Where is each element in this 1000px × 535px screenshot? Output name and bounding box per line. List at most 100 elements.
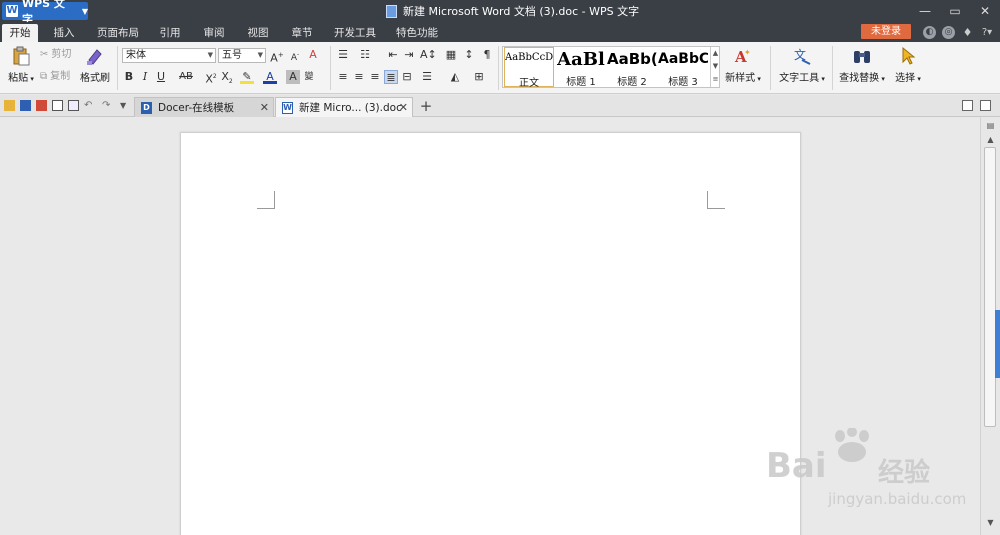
separator bbox=[832, 46, 833, 90]
close-tab-icon[interactable]: ✕ bbox=[399, 101, 408, 114]
separator bbox=[117, 46, 118, 90]
caret-down-icon: ▼ bbox=[81, 6, 88, 16]
font-size-value: 五号 bbox=[222, 50, 242, 61]
distribute-icon[interactable]: ⊟ bbox=[400, 70, 414, 84]
line-spacing-icon[interactable]: ☰ bbox=[420, 70, 434, 84]
grow-font-icon[interactable]: A+ bbox=[270, 48, 284, 65]
font-name-select[interactable]: 宋体 ▼ bbox=[122, 48, 216, 63]
scroll-down-icon[interactable]: ▼ bbox=[984, 517, 997, 529]
undo-icon[interactable]: ↶ bbox=[84, 100, 95, 111]
tab-review[interactable]: 审阅 bbox=[196, 24, 232, 42]
panel-options-icon[interactable] bbox=[980, 100, 991, 111]
close-tab-icon[interactable]: ✕ bbox=[260, 101, 269, 114]
paste-label: 粘贴 bbox=[8, 73, 29, 84]
paste-button[interactable]: 粘贴 ▾ bbox=[4, 46, 38, 84]
new-tab-button[interactable]: + bbox=[418, 97, 434, 115]
subscript-icon[interactable]: X2 bbox=[220, 70, 234, 85]
ruler-toggle-icon[interactable]: ▤ bbox=[984, 120, 997, 132]
underline-icon[interactable]: U bbox=[154, 70, 168, 84]
window-title: 新建 Microsoft Word 文档 (3).doc - WPS 文字 bbox=[386, 3, 639, 19]
phonetic-guide-icon[interactable]: 變 bbox=[302, 70, 316, 84]
font-color-icon[interactable]: A bbox=[263, 70, 277, 84]
show-marks-icon[interactable]: ¶ bbox=[480, 48, 494, 62]
char-shading-icon[interactable]: A bbox=[286, 70, 300, 84]
find-replace-label: 查找替换 bbox=[839, 73, 880, 84]
font-size-select[interactable]: 五号 ▼ bbox=[218, 48, 266, 63]
help-icon[interactable]: ?▾ bbox=[978, 26, 996, 39]
scroll-up-icon[interactable]: ▲ bbox=[984, 134, 997, 146]
bullets-icon[interactable]: ☰ bbox=[336, 48, 350, 62]
bold-icon[interactable]: B bbox=[122, 70, 136, 84]
maximize-button[interactable]: ▭ bbox=[940, 0, 970, 22]
style-normal[interactable]: AaBbCcDd 正文 bbox=[504, 47, 554, 89]
superscript-icon[interactable]: X2 bbox=[204, 70, 218, 86]
increase-indent-icon[interactable]: ⇥ bbox=[402, 48, 416, 62]
scissors-icon: ✂ bbox=[40, 49, 49, 60]
text-tools-label: 文字工具 bbox=[779, 73, 820, 84]
open-icon[interactable] bbox=[4, 100, 15, 111]
sort-icon[interactable]: ↕ bbox=[462, 48, 476, 62]
justify-icon[interactable]: ≣ bbox=[384, 70, 398, 84]
style-heading-2[interactable]: AaBb( 标题 2 bbox=[607, 47, 657, 88]
shrink-font-icon[interactable]: A- bbox=[288, 48, 302, 63]
shading-icon[interactable]: ◭ bbox=[448, 70, 462, 84]
tab-current-document[interactable]: W 新建 Micro... (3).doc ✕ bbox=[275, 97, 413, 117]
styles-gallery: AaBbCcDd 正文 AaBl 标题 1 AaBb( 标题 2 AaBbC 标… bbox=[502, 46, 720, 89]
print-icon[interactable] bbox=[52, 100, 63, 111]
chevron-down-icon: ▼ bbox=[257, 51, 263, 59]
login-button[interactable]: 未登录 bbox=[861, 24, 911, 39]
app-menu-button[interactable]: W WPS 文字 ▼ bbox=[2, 0, 88, 26]
style-heading-3[interactable]: AaBbC 标题 3 bbox=[658, 47, 708, 88]
format-painter-button[interactable]: 格式刷 bbox=[78, 46, 112, 84]
document-page[interactable] bbox=[180, 132, 801, 535]
table-icon[interactable]: ▦ bbox=[444, 48, 458, 62]
clear-format-icon[interactable]: A bbox=[306, 48, 320, 62]
save-icon[interactable] bbox=[20, 100, 31, 111]
new-style-button[interactable]: A ✦ 新样式 ▾ bbox=[722, 46, 764, 84]
scrollbar-thumb[interactable] bbox=[984, 147, 996, 427]
customize-toolbar-icon[interactable]: ▼ bbox=[120, 100, 131, 111]
tab-page-layout[interactable]: 页面布局 bbox=[90, 24, 146, 42]
align-left-icon[interactable]: ≡ bbox=[336, 70, 350, 84]
tab-home[interactable]: 开始 bbox=[2, 24, 38, 42]
text-tools-button[interactable]: 文 文字工具 ▾ bbox=[776, 46, 828, 84]
decrease-indent-icon[interactable]: ⇤ bbox=[386, 48, 400, 62]
align-right-icon[interactable]: ≡ bbox=[368, 70, 382, 84]
print-preview-icon[interactable] bbox=[68, 100, 79, 111]
tab-insert[interactable]: 插入 bbox=[44, 24, 84, 42]
text-direction-icon[interactable]: A↕ bbox=[420, 48, 437, 62]
italic-icon[interactable]: I bbox=[138, 70, 152, 84]
export-pdf-icon[interactable] bbox=[36, 100, 47, 111]
align-center-icon[interactable]: ≡ bbox=[352, 70, 366, 84]
numbering-icon[interactable]: ☷ bbox=[358, 48, 372, 62]
title-bar: W WPS 文字 ▼ 新建 Microsoft Word 文档 (3).doc … bbox=[0, 0, 1000, 26]
redo-icon[interactable]: ↷ bbox=[102, 100, 113, 111]
styles-scroll[interactable]: ▲ ▼ ≡ bbox=[710, 47, 720, 87]
window-title-text: 新建 Microsoft Word 文档 (3).doc - WPS 文字 bbox=[403, 5, 640, 18]
restore-panel-icon[interactable] bbox=[962, 100, 973, 111]
separator bbox=[330, 46, 331, 90]
text-tools-icon: 文 bbox=[792, 46, 812, 66]
feedback-icon[interactable]: ◎ bbox=[942, 26, 955, 39]
close-window-button[interactable]: ✕ bbox=[970, 0, 1000, 22]
strikethrough-icon[interactable]: AB bbox=[176, 70, 196, 84]
tab-developer[interactable]: 开发工具 bbox=[330, 24, 380, 42]
tab-special-features[interactable]: 特色功能 bbox=[392, 24, 442, 42]
highlight-icon[interactable]: ✎ bbox=[240, 70, 254, 84]
cut-button[interactable]: ✂ 剪切 bbox=[40, 48, 71, 62]
style-heading-1[interactable]: AaBl 标题 1 bbox=[556, 47, 606, 88]
tab-docer-templates[interactable]: D Docer-在线模板 ✕ bbox=[134, 97, 274, 117]
find-replace-button[interactable]: 查找替换 ▾ bbox=[836, 46, 888, 84]
borders-icon[interactable]: ⊞ bbox=[472, 70, 486, 84]
shirt-icon[interactable]: ♦ bbox=[961, 26, 974, 39]
tab-sections[interactable]: 章节 bbox=[284, 24, 320, 42]
minimize-button[interactable]: — bbox=[910, 0, 940, 22]
tab-label: 新建 Micro... (3).doc bbox=[299, 102, 402, 114]
tab-references[interactable]: 引用 bbox=[152, 24, 188, 42]
copy-button[interactable]: ⧉ 复制 bbox=[40, 70, 70, 84]
side-panel-tab[interactable] bbox=[995, 310, 1000, 378]
select-button[interactable]: 选择 ▾ bbox=[890, 46, 926, 84]
document-tabs-bar: ↶ ↷ ▼ D Docer-在线模板 ✕ W 新建 Micro... (3).d… bbox=[0, 95, 1000, 117]
skin-icon[interactable]: ◐ bbox=[923, 26, 936, 39]
tab-view[interactable]: 视图 bbox=[240, 24, 276, 42]
